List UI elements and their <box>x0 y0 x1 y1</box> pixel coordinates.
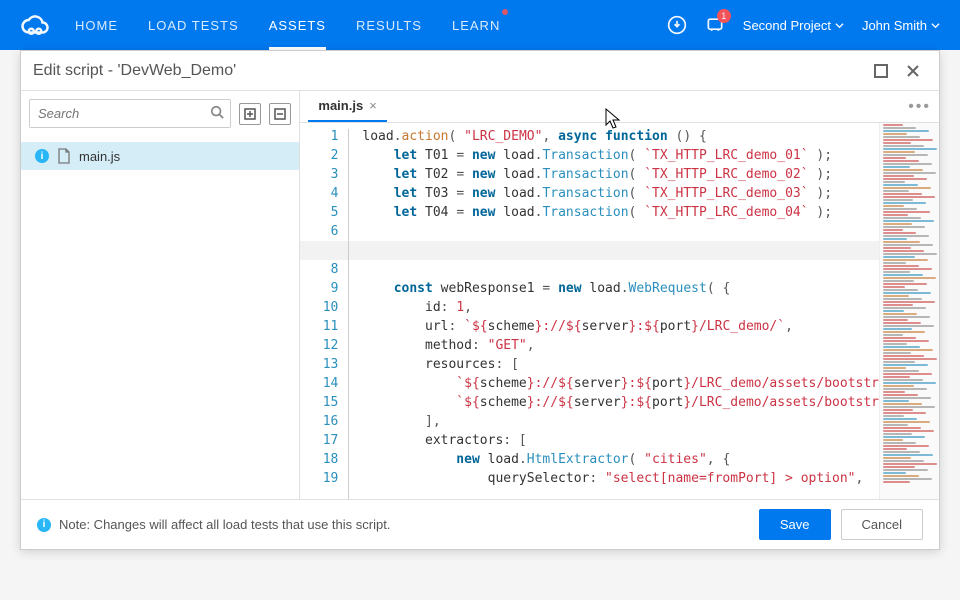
code-line[interactable]: load.action( "LRC_DEMO", async function … <box>362 127 879 146</box>
download-icon[interactable] <box>667 15 687 35</box>
code-line[interactable]: url: `${scheme}://${server}:${port}/LRC_… <box>362 317 879 336</box>
search-input[interactable] <box>30 100 230 127</box>
line-number: 17 <box>300 431 338 450</box>
nav-right: 1 Second Project John Smith <box>667 15 940 35</box>
nav-item-home[interactable]: HOME <box>75 1 118 50</box>
line-number: 3 <box>300 165 338 184</box>
line-number: 10 <box>300 298 338 317</box>
maximize-button[interactable] <box>867 57 895 85</box>
code-lines[interactable]: load.action( "LRC_DEMO", async function … <box>358 123 879 499</box>
notification-dot-icon <box>502 9 508 15</box>
user-dropdown[interactable]: John Smith <box>862 18 940 33</box>
code-line[interactable]: let T04 = new load.Transaction( `TX_HTTP… <box>362 203 879 222</box>
minimap[interactable] <box>879 123 939 499</box>
editor-menu-icon[interactable]: ••• <box>908 98 931 116</box>
code-line[interactable]: let T01 = new load.Transaction( `TX_HTTP… <box>362 146 879 165</box>
search-icon[interactable] <box>210 105 224 119</box>
info-icon: i <box>37 518 51 532</box>
code-line[interactable]: ], <box>362 412 879 431</box>
tab-label: main.js <box>318 98 363 113</box>
nav-items: HOME LOAD TESTS ASSETS RESULTS LEARN <box>75 1 667 50</box>
expand-all-button[interactable] <box>239 103 261 125</box>
user-name: John Smith <box>862 18 927 33</box>
file-panel: i main.js <box>21 91 300 499</box>
file-item-main-js[interactable]: i main.js <box>21 142 299 170</box>
info-icon: i <box>35 149 49 163</box>
code-line[interactable] <box>362 241 879 260</box>
code-line[interactable]: `${scheme}://${server}:${port}/LRC_demo/… <box>362 374 879 393</box>
line-number: 18 <box>300 450 338 469</box>
footer-note: i Note: Changes will affect all load tes… <box>37 517 749 532</box>
fold-bar <box>344 123 358 499</box>
code-line[interactable]: extractors: [ <box>362 431 879 450</box>
code-line[interactable]: `${scheme}://${server}:${port}/LRC_demo/… <box>362 393 879 412</box>
close-button[interactable] <box>899 57 927 85</box>
app-logo-icon <box>20 10 50 40</box>
nav-item-assets[interactable]: ASSETS <box>269 1 326 50</box>
line-number: 4 <box>300 184 338 203</box>
line-number: 16 <box>300 412 338 431</box>
code-line[interactable]: id: 1, <box>362 298 879 317</box>
line-number: 15 <box>300 393 338 412</box>
line-number: 6 <box>300 222 338 241</box>
top-nav: HOME LOAD TESTS ASSETS RESULTS LEARN 1 Secon… <box>0 0 960 50</box>
line-number: 8 <box>300 260 338 279</box>
dialog-header: Edit script - 'DevWeb_Demo' <box>21 51 939 91</box>
line-number: 1 <box>300 127 338 146</box>
project-dropdown[interactable]: Second Project <box>743 18 844 33</box>
code-line[interactable]: method: "GET", <box>362 336 879 355</box>
save-button[interactable]: Save <box>759 509 831 540</box>
line-number: 13 <box>300 355 338 374</box>
code-area[interactable]: 12345678910111213141516171819 load.actio… <box>300 123 939 499</box>
code-line[interactable]: const webResponse1 = new load.WebRequest… <box>362 279 879 298</box>
search-wrap <box>29 99 231 128</box>
tab-main-js[interactable]: main.js × <box>308 91 386 122</box>
line-gutter: 12345678910111213141516171819 <box>300 123 344 499</box>
line-number: 14 <box>300 374 338 393</box>
tab-close-icon[interactable]: × <box>369 98 377 113</box>
code-line[interactable]: let T02 = new load.Transaction( `TX_HTTP… <box>362 165 879 184</box>
nav-item-load-tests[interactable]: LOAD TESTS <box>148 1 239 50</box>
project-name: Second Project <box>743 18 831 33</box>
code-line[interactable] <box>362 260 879 279</box>
line-number: 5 <box>300 203 338 222</box>
collapse-all-button[interactable] <box>269 103 291 125</box>
line-number: 11 <box>300 317 338 336</box>
code-line[interactable] <box>362 222 879 241</box>
line-number: 2 <box>300 146 338 165</box>
dialog-title: Edit script - 'DevWeb_Demo' <box>33 62 863 80</box>
notifications-icon[interactable]: 1 <box>705 15 725 35</box>
cancel-button[interactable]: Cancel <box>841 509 923 540</box>
code-line[interactable]: let T03 = new load.Transaction( `TX_HTTP… <box>362 184 879 203</box>
tab-row: main.js × ••• <box>300 91 939 123</box>
edit-script-dialog: Edit script - 'DevWeb_Demo' <box>20 50 940 550</box>
editor-panel: main.js × ••• 12345678910111213141516171… <box>300 91 939 499</box>
line-number: 9 <box>300 279 338 298</box>
dialog-footer: i Note: Changes will affect all load tes… <box>21 499 939 549</box>
line-number: 19 <box>300 469 338 488</box>
code-line[interactable]: querySelector: "select[name=fromPort] > … <box>362 469 879 488</box>
file-icon <box>57 148 71 164</box>
footer-note-text: Note: Changes will affect all load tests… <box>59 517 390 532</box>
code-line[interactable]: new load.HtmlExtractor( "cities", { <box>362 450 879 469</box>
nav-item-results[interactable]: RESULTS <box>356 1 422 50</box>
file-label: main.js <box>79 149 120 164</box>
file-tree: i main.js <box>21 136 299 176</box>
line-number: 12 <box>300 336 338 355</box>
notifications-badge: 1 <box>717 9 731 23</box>
nav-item-learn[interactable]: LEARN <box>452 1 500 50</box>
code-line[interactable]: resources: [ <box>362 355 879 374</box>
